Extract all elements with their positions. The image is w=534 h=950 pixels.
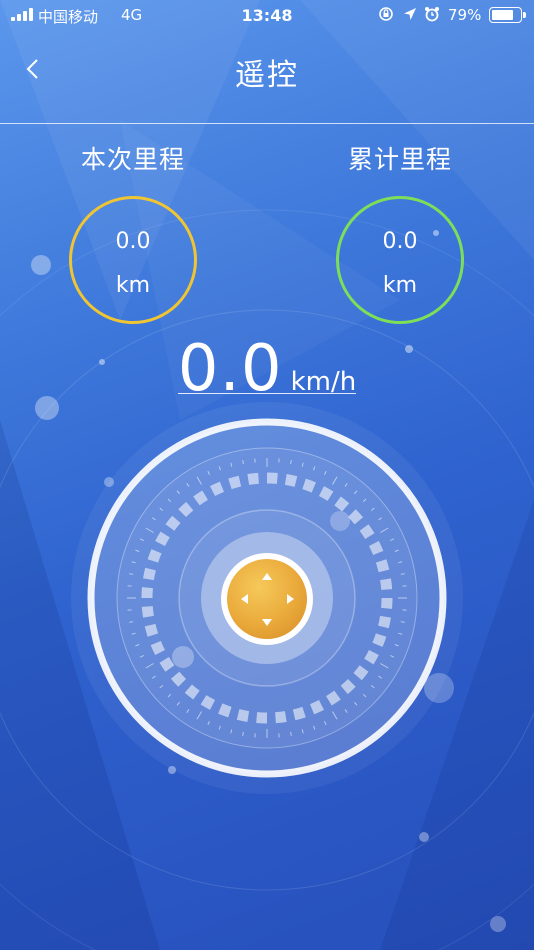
dial-segment bbox=[326, 690, 341, 706]
dial-tick bbox=[129, 573, 134, 575]
dial-segment bbox=[318, 486, 334, 501]
dial-segment bbox=[334, 496, 350, 512]
dial-segment bbox=[155, 531, 170, 547]
dial-segment bbox=[170, 671, 187, 687]
dial-segment bbox=[218, 703, 232, 718]
dial-segment bbox=[375, 559, 390, 573]
dial-tick bbox=[400, 621, 405, 623]
direction-pad-icon[interactable] bbox=[221, 553, 313, 645]
dial-segment bbox=[372, 633, 387, 647]
dial-segment bbox=[200, 695, 216, 710]
dial-segment bbox=[144, 623, 159, 637]
arrow-up-icon bbox=[262, 573, 272, 580]
arrow-right-icon bbox=[287, 594, 294, 604]
arrow-down-icon bbox=[262, 619, 272, 626]
joystick-knob[interactable] bbox=[227, 559, 307, 639]
dial-segment bbox=[359, 524, 375, 539]
dial-segment bbox=[353, 665, 369, 681]
dial-segment bbox=[364, 649, 379, 665]
dial-segment bbox=[275, 711, 287, 724]
dial-segment bbox=[165, 515, 181, 531]
dial-segment bbox=[193, 490, 208, 506]
dial-tick bbox=[242, 731, 244, 736]
dial-tick bbox=[400, 573, 405, 575]
control-dial bbox=[71, 402, 463, 794]
dial-tick bbox=[129, 621, 134, 623]
dial-segment bbox=[143, 567, 156, 581]
dial-segment bbox=[247, 472, 259, 485]
dial-segment bbox=[159, 657, 175, 672]
dial-segment bbox=[236, 709, 250, 722]
arrow-left-icon bbox=[241, 594, 248, 604]
dial-tick bbox=[290, 731, 292, 736]
dial-segment bbox=[150, 640, 166, 655]
dial-segment bbox=[141, 606, 154, 618]
dial-tick bbox=[242, 460, 244, 465]
dial-segment bbox=[302, 478, 316, 493]
dial-segment bbox=[292, 706, 306, 721]
dial-segment bbox=[284, 474, 298, 487]
dial-segment bbox=[378, 615, 391, 629]
dial-segment bbox=[368, 541, 384, 556]
dial-tick bbox=[290, 460, 292, 465]
dial-segment bbox=[210, 481, 225, 497]
dial-segment bbox=[228, 475, 242, 490]
dial-segment bbox=[380, 578, 393, 590]
dial-segment bbox=[184, 684, 200, 700]
dial-segment bbox=[347, 509, 364, 525]
dial-segment bbox=[309, 699, 324, 715]
dial-segment bbox=[178, 501, 194, 518]
dial-segment bbox=[340, 678, 356, 695]
dial-segment bbox=[147, 549, 162, 563]
